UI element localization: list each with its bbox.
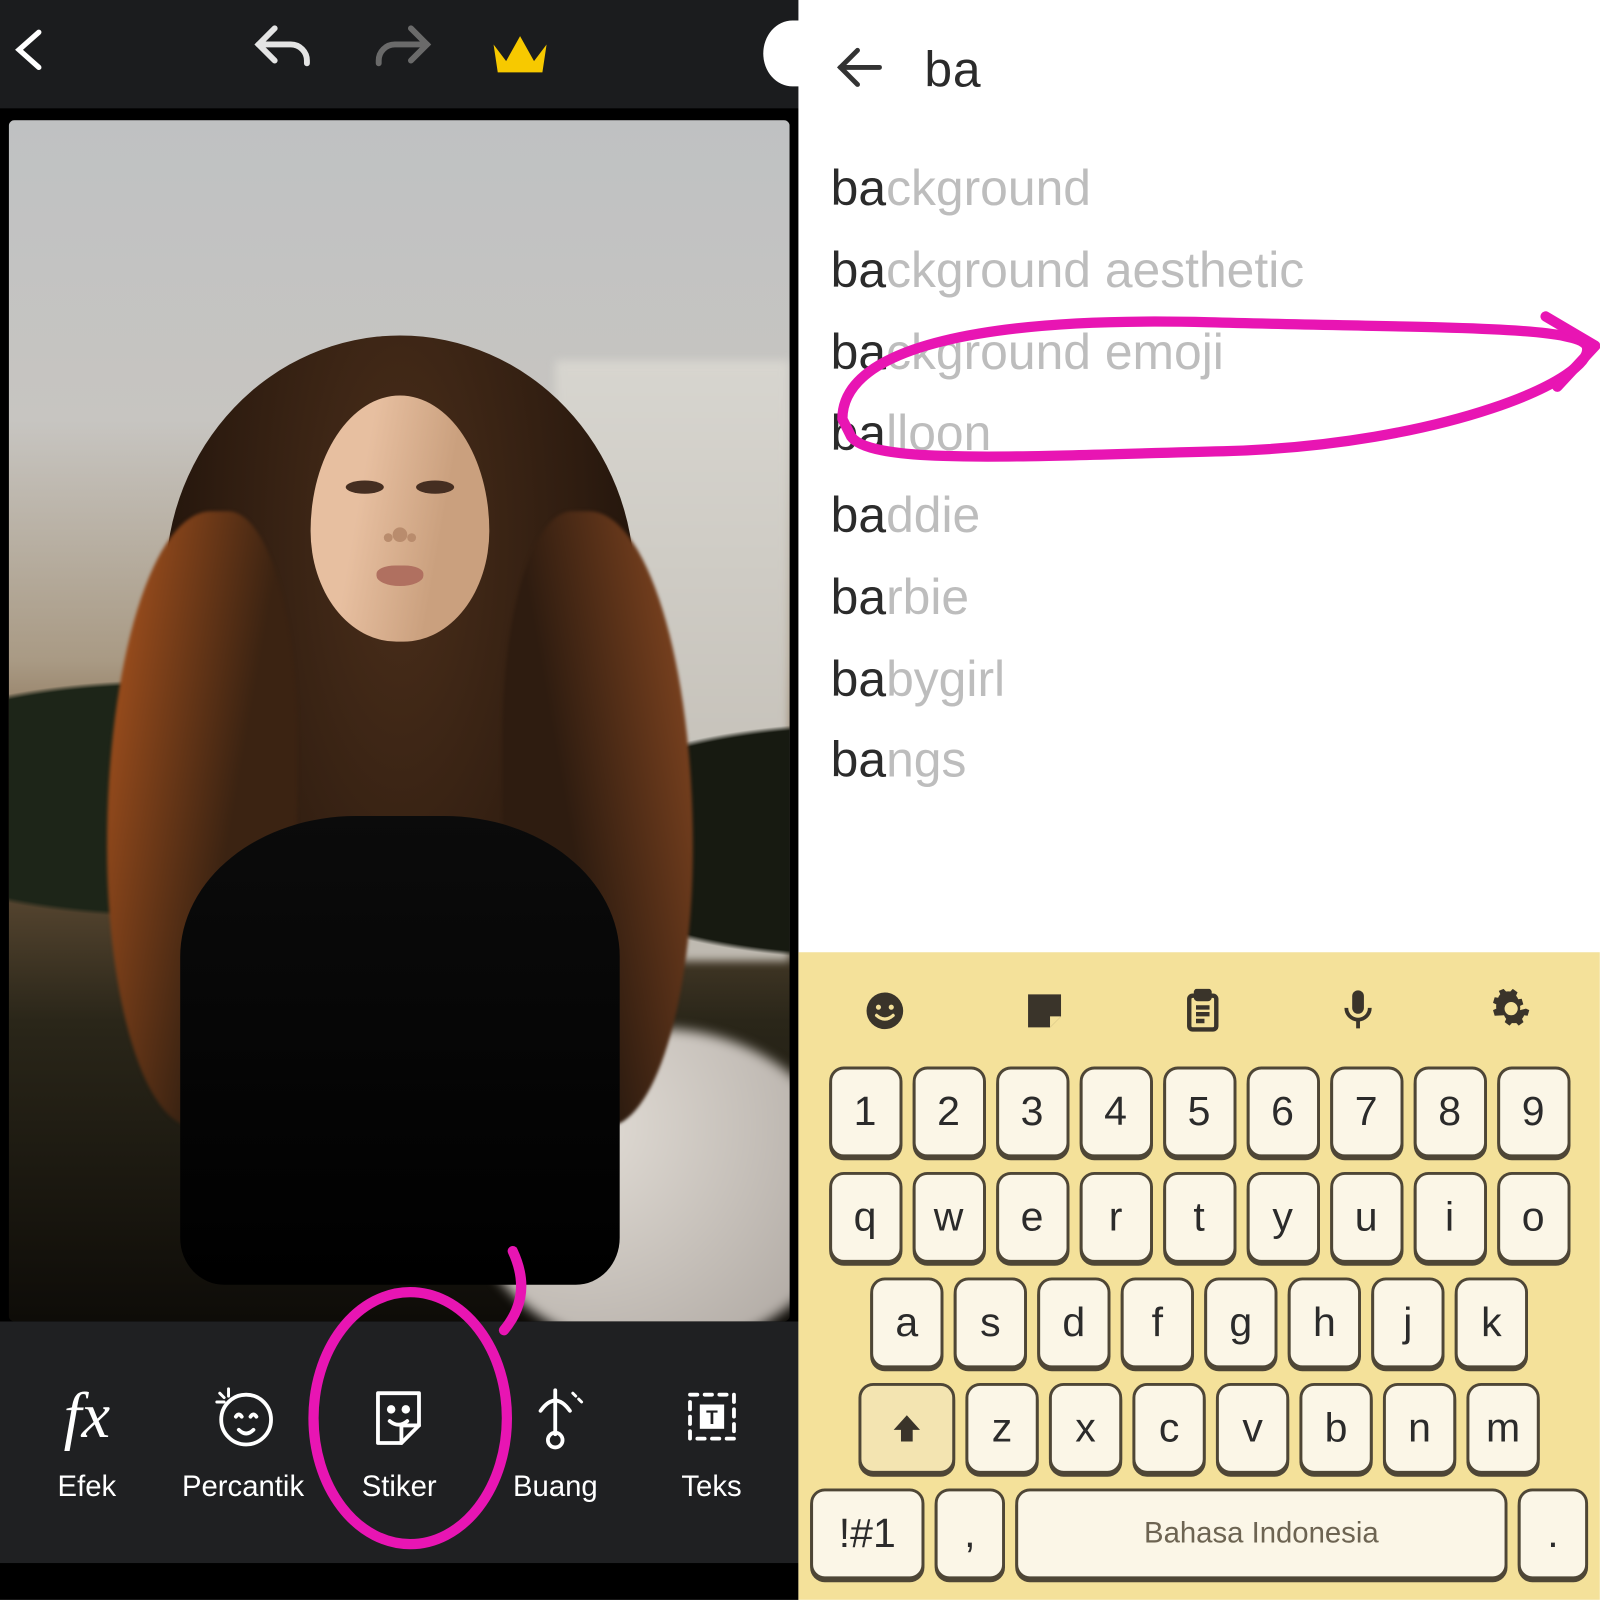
suggestion-item[interactable]: bangs — [831, 721, 1568, 803]
search-pane: ba background background aesthetic backg… — [798, 0, 1599, 1600]
back-icon[interactable] — [6, 24, 59, 84]
clipboard-icon[interactable] — [1183, 988, 1224, 1039]
tool-efek[interactable]: fx Efek — [14, 1380, 161, 1505]
cutout-icon — [520, 1380, 590, 1453]
editor-topbar — [0, 0, 798, 108]
key-5[interactable]: 5 — [1162, 1067, 1235, 1158]
sticker-kb-icon[interactable] — [1023, 988, 1067, 1039]
search-back-icon[interactable] — [831, 37, 890, 103]
key-b[interactable]: b — [1299, 1383, 1372, 1474]
key-symbols[interactable]: !#1 — [810, 1488, 924, 1579]
key-t[interactable]: t — [1162, 1172, 1235, 1263]
key-4[interactable]: 4 — [1079, 1067, 1152, 1158]
key-8[interactable]: 8 — [1413, 1067, 1486, 1158]
key-x[interactable]: x — [1049, 1383, 1122, 1474]
gear-icon[interactable] — [1492, 988, 1536, 1039]
tool-label: Stiker — [362, 1471, 437, 1505]
key-7[interactable]: 7 — [1329, 1067, 1402, 1158]
key-3[interactable]: 3 — [995, 1067, 1068, 1158]
search-suggestions: background background aesthetic backgrou… — [798, 141, 1599, 827]
fx-icon: fx — [64, 1380, 111, 1453]
key-e[interactable]: e — [995, 1172, 1068, 1263]
key-o[interactable]: o — [1496, 1172, 1569, 1263]
redo-icon[interactable] — [370, 18, 434, 90]
tool-label: Efek — [58, 1471, 117, 1505]
key-9[interactable]: 9 — [1496, 1067, 1569, 1158]
key-shift[interactable] — [858, 1383, 955, 1474]
key-r[interactable]: r — [1079, 1172, 1152, 1263]
key-m[interactable]: m — [1466, 1383, 1539, 1474]
keyboard-row-top: q w e r t y u i o — [807, 1172, 1591, 1263]
undo-icon[interactable] — [250, 18, 314, 90]
keyboard: 1 2 3 4 5 6 7 8 9 q w e r t y u — [798, 952, 1599, 1600]
keyboard-toolbar — [804, 967, 1594, 1061]
search-input[interactable]: ba — [924, 42, 981, 99]
key-j[interactable]: j — [1371, 1277, 1444, 1368]
key-v[interactable]: v — [1216, 1383, 1289, 1474]
key-d[interactable]: d — [1037, 1277, 1110, 1368]
suggestion-item[interactable]: background emoji — [831, 313, 1568, 395]
key-h[interactable]: h — [1288, 1277, 1361, 1368]
key-6[interactable]: 6 — [1246, 1067, 1319, 1158]
key-u[interactable]: u — [1329, 1172, 1402, 1263]
keyboard-row-bottom: z x c v b n m — [807, 1383, 1591, 1474]
tool-label: Buang — [513, 1471, 598, 1505]
key-s[interactable]: s — [954, 1277, 1027, 1368]
suggestion-item[interactable]: balloon — [831, 394, 1568, 476]
suggestion-item[interactable]: background aesthetic — [831, 231, 1568, 313]
key-n[interactable]: n — [1383, 1383, 1456, 1474]
key-i[interactable]: i — [1413, 1172, 1486, 1263]
key-period[interactable]: . — [1518, 1488, 1588, 1579]
key-z[interactable]: z — [965, 1383, 1038, 1474]
key-space[interactable]: Bahasa Indonesia — [1015, 1488, 1507, 1579]
key-k[interactable]: k — [1455, 1277, 1528, 1368]
emoji-icon[interactable] — [862, 988, 906, 1039]
tool-label: Percantik — [182, 1471, 304, 1505]
key-comma[interactable]: , — [935, 1488, 1005, 1579]
keyboard-row-numbers: 1 2 3 4 5 6 7 8 9 — [807, 1067, 1591, 1158]
suggestion-item[interactable]: barbie — [831, 558, 1568, 640]
key-y[interactable]: y — [1246, 1172, 1319, 1263]
editor-canvas[interactable] — [0, 108, 798, 1321]
tool-teks[interactable]: T Teks — [638, 1380, 785, 1505]
crown-premium-icon[interactable] — [490, 32, 549, 76]
suggestion-item[interactable]: baddie — [831, 476, 1568, 558]
key-a[interactable]: a — [870, 1277, 943, 1368]
text-icon: T — [676, 1380, 746, 1453]
key-2[interactable]: 2 — [912, 1067, 985, 1158]
beautify-face-icon — [208, 1380, 278, 1453]
search-bar: ba — [798, 0, 1599, 141]
tool-percantik[interactable]: Percantik — [170, 1380, 317, 1505]
space-label: Bahasa Indonesia — [1144, 1517, 1379, 1551]
suggestion-item[interactable]: babygirl — [831, 639, 1568, 721]
editor-toolbar: fx Efek Percantik Stiker Buang — [0, 1321, 798, 1563]
key-w[interactable]: w — [912, 1172, 985, 1263]
key-f[interactable]: f — [1121, 1277, 1194, 1368]
tool-stiker[interactable]: Stiker — [326, 1380, 473, 1505]
key-g[interactable]: g — [1204, 1277, 1277, 1368]
key-q[interactable]: q — [828, 1172, 901, 1263]
tool-buang[interactable]: Buang — [482, 1380, 629, 1505]
photo-preview — [9, 120, 790, 1321]
key-c[interactable]: c — [1132, 1383, 1205, 1474]
sticker-icon — [364, 1380, 434, 1453]
mic-icon[interactable] — [1340, 987, 1375, 1041]
editor-pane: fx Efek Percantik Stiker Buang — [0, 0, 798, 1600]
svg-text:T: T — [706, 1408, 718, 1429]
suggestion-item[interactable]: background — [831, 149, 1568, 231]
keyboard-row-space: !#1 , Bahasa Indonesia . — [807, 1488, 1591, 1579]
tool-label: Teks — [681, 1471, 741, 1505]
keyboard-row-home: a s d f g h j k — [807, 1277, 1591, 1368]
key-1[interactable]: 1 — [828, 1067, 901, 1158]
